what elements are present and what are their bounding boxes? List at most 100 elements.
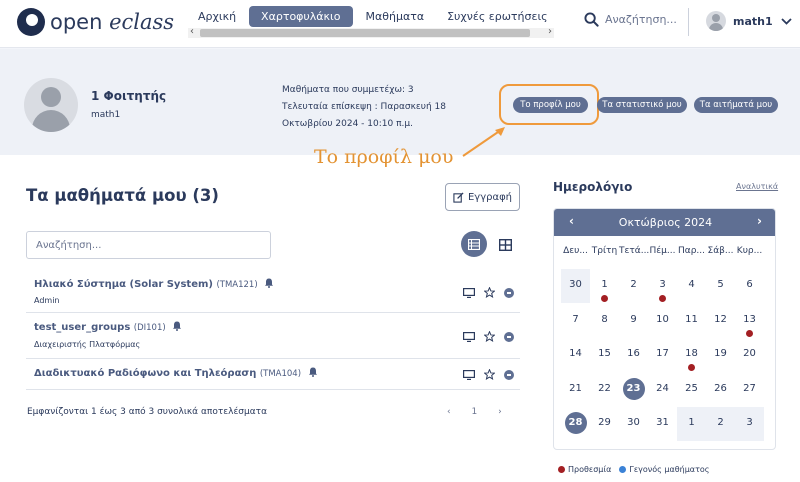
calendar-day[interactable]: 29 (590, 407, 619, 441)
calendar-day-number: 14 (569, 348, 582, 359)
unregister-icon[interactable] (504, 331, 514, 342)
course-row[interactable]: Διαδικτυακό Ραδιόφωνο και Τηλεόραση (TMA… (26, 359, 520, 390)
bell-icon[interactable] (308, 367, 318, 377)
calendar-day[interactable]: 2 (619, 269, 648, 303)
calendar-day[interactable]: 11 (677, 304, 706, 338)
bell-icon[interactable] (264, 278, 274, 288)
calendar-day-number: 2 (717, 417, 724, 428)
search-input[interactable]: Αναζήτηση... (605, 13, 677, 26)
calendar-day[interactable]: 20 (735, 338, 764, 372)
course-search-input[interactable]: Αναζήτηση... (26, 231, 271, 259)
enroll-button[interactable]: Εγγραφή (445, 183, 520, 211)
calendar-day[interactable]: 14 (561, 338, 590, 372)
calendar-detail-link[interactable]: Αναλυτικά (736, 182, 778, 191)
calendar-day[interactable]: 13 (735, 304, 764, 338)
nav-scrollbar[interactable]: ‹ › (188, 26, 554, 38)
global-search[interactable]: Αναζήτηση... (584, 12, 677, 27)
calendar-day[interactable]: 28 (561, 407, 590, 441)
calendar-day[interactable]: 30 (561, 269, 590, 303)
calendar-day[interactable]: 21 (561, 373, 590, 407)
calendar-header: ‹ Οκτώβριος 2024 › (554, 209, 775, 236)
calendar-day[interactable]: 27 (735, 373, 764, 407)
calendar-day-number: 21 (569, 382, 582, 394)
course-row[interactable]: Ηλιακό Σύστημα (Solar System) (TMA121) A… (26, 270, 520, 313)
calendar-day[interactable]: 25 (677, 373, 706, 407)
list-view-button[interactable] (461, 231, 487, 257)
calendar-day[interactable]: 17 (648, 338, 677, 372)
calendar-day[interactable]: 22 (590, 373, 619, 407)
logo[interactable]: open eclass (17, 7, 174, 37)
calendar-day[interactable]: 16 (619, 338, 648, 372)
pagination: ‹ 1 › (447, 407, 520, 417)
course-subtitle: Διαχειριστής Πλατφόρμας (34, 340, 141, 349)
course-title[interactable]: test_user_groups (DI101) (34, 321, 182, 333)
calendar-day[interactable]: 12 (706, 304, 735, 338)
calendar-day[interactable]: 2 (706, 407, 735, 441)
my-profile-button[interactable]: Το προφίλ μου (513, 97, 588, 113)
star-icon[interactable] (484, 369, 495, 380)
calendar-day-number: 23 (622, 377, 645, 400)
calendar-day[interactable]: 1 (677, 407, 706, 441)
unregister-icon[interactable] (504, 287, 514, 298)
calendar-day[interactable]: 9 (619, 304, 648, 338)
grid-view-button[interactable] (498, 236, 513, 255)
unregister-icon[interactable] (504, 369, 514, 380)
calendar-day[interactable]: 3 (735, 407, 764, 441)
calendar-day-number: 31 (656, 417, 669, 428)
calendar-day-number: 17 (656, 348, 669, 359)
calendar-day-number: 18 (685, 348, 698, 359)
calendar-day[interactable]: 30 (619, 407, 648, 441)
last-visit-text: Τελευταία επίσκεψη : Παρασκευή 18 (282, 102, 446, 112)
calendar-next-icon[interactable]: › (757, 214, 762, 228)
user-menu[interactable]: math1 (706, 11, 792, 31)
calendar-day[interactable]: 31 (648, 407, 677, 441)
nav-item-portfolio[interactable]: Χαρτοφυλάκιο (249, 5, 353, 27)
calendar-day-number: 13 (743, 313, 756, 325)
calendar-day-number: 26 (714, 382, 727, 394)
nav-item-courses[interactable]: Μαθήματα (356, 7, 435, 26)
profile-username: math1 (91, 110, 121, 120)
calendar-legend: Προθεσμία Γεγονός μαθήματος (558, 465, 709, 474)
calendar-day[interactable]: 15 (590, 338, 619, 372)
calendar-day[interactable]: 23 (619, 373, 648, 407)
calendar-day[interactable]: 18 (677, 338, 706, 372)
monitor-icon[interactable] (463, 331, 475, 342)
calendar-day[interactable]: 7 (561, 304, 590, 338)
monitor-icon[interactable] (463, 287, 475, 298)
course-actions (454, 369, 514, 380)
bell-icon[interactable] (172, 321, 182, 331)
calendar-day[interactable]: 3 (648, 269, 677, 303)
last-visit-date-text: Οκτωβρίου 2024 - 10:10 π.μ. (282, 119, 413, 129)
calendar-day[interactable]: 19 (706, 338, 735, 372)
calendar-weekday: Παρ... (678, 246, 705, 256)
scroll-left-icon[interactable]: ‹ (190, 26, 194, 37)
profile-info: Μαθήματα που συμμετέχω: 3 Τελευταία επίσ… (282, 82, 446, 133)
course-title[interactable]: Ηλιακό Σύστημα (Solar System) (TMA121) (34, 278, 274, 290)
nav-item-home[interactable]: Αρχική (188, 7, 246, 26)
my-stats-button[interactable]: Τα στατιστικό μου (597, 97, 687, 113)
star-icon[interactable] (484, 331, 495, 342)
course-title[interactable]: Διαδικτυακό Ραδιόφωνο και Τηλεόραση (TMA… (34, 367, 318, 379)
pager-prev[interactable]: ‹ (447, 407, 451, 417)
star-icon[interactable] (484, 287, 495, 298)
calendar-day[interactable]: 4 (677, 269, 706, 303)
calendar-day-number: 1 (601, 279, 608, 290)
calendar-day[interactable]: 26 (706, 373, 735, 407)
calendar-day[interactable]: 24 (648, 373, 677, 407)
calendar-weekday: Πέμ... (649, 246, 676, 256)
pager-page-1[interactable]: 1 (471, 407, 477, 417)
calendar-day[interactable]: 10 (648, 304, 677, 338)
calendar-day[interactable]: 6 (735, 269, 764, 303)
calendar-weekday: Κυρ... (736, 246, 763, 256)
my-requests-button[interactable]: Τα αιτήματά μου (694, 97, 778, 113)
nav-item-faq[interactable]: Συχνές ερωτήσεις (437, 7, 558, 26)
calendar-day[interactable]: 1 (590, 269, 619, 303)
calendar-day[interactable]: 8 (590, 304, 619, 338)
course-row[interactable]: test_user_groups (DI101) Διαχειριστής Πλ… (26, 313, 520, 359)
scroll-thumb[interactable] (200, 29, 530, 37)
scroll-right-icon[interactable]: › (548, 26, 552, 37)
pager-next[interactable]: › (498, 407, 502, 417)
calendar-day-number: 29 (598, 417, 611, 428)
calendar-day[interactable]: 5 (706, 269, 735, 303)
monitor-icon[interactable] (463, 369, 475, 380)
